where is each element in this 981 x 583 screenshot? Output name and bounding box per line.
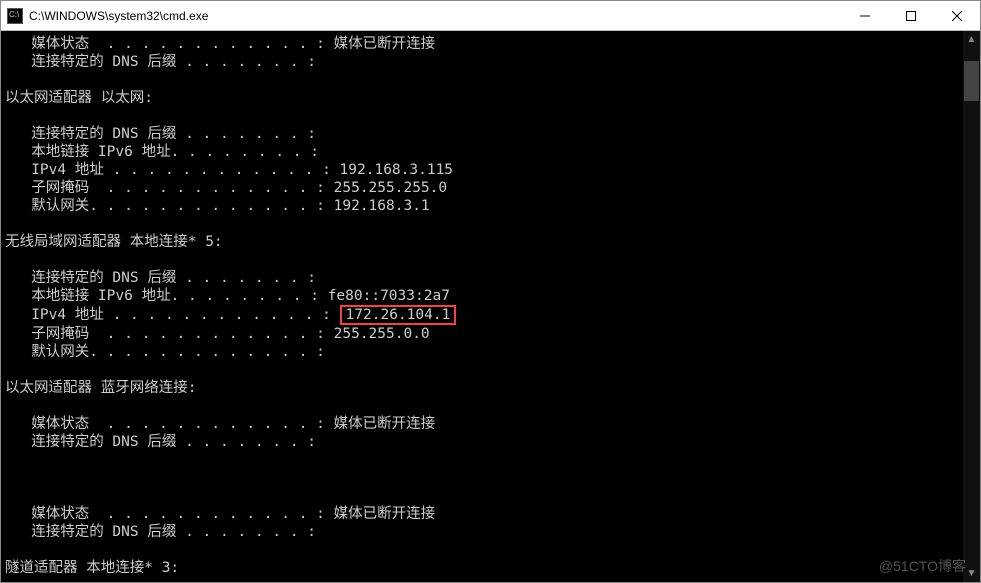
window-title: C:\WINDOWS\system32\cmd.exe — [29, 9, 842, 23]
terminal-line: IPv4 地址 . . . . . . . . . . . . : 192.16… — [5, 161, 976, 179]
terminal-line: 默认网关. . . . . . . . . . . . . : 192.168.… — [5, 197, 976, 215]
terminal-line — [5, 397, 976, 415]
terminal-line: 连接特定的 DNS 后缀 . . . . . . . : — [5, 269, 976, 287]
minimize-button[interactable] — [842, 1, 888, 30]
scroll-up-icon[interactable]: ▲ — [963, 31, 980, 48]
window-buttons — [842, 1, 980, 30]
terminal-output[interactable]: 媒体状态 . . . . . . . . . . . . : 媒体已断开连接 连… — [1, 31, 980, 582]
terminal-line: 子网掩码 . . . . . . . . . . . . : 255.255.2… — [5, 179, 976, 197]
terminal-line — [5, 251, 976, 269]
terminal-line: 无线局域网适配器 本地连接* 5: — [5, 233, 976, 251]
terminal-line: 媒体状态 . . . . . . . . . . . . : 媒体已断开连接 — [5, 415, 976, 433]
terminal-line — [5, 541, 976, 559]
watermark: @51CTO博客 — [879, 556, 966, 576]
terminal-line: 默认网关. . . . . . . . . . . . . : — [5, 343, 976, 361]
close-icon — [952, 11, 962, 21]
vertical-scrollbar[interactable]: ▲ ▼ — [963, 31, 980, 582]
terminal-line — [5, 361, 976, 379]
close-button[interactable] — [934, 1, 980, 30]
terminal-line: 本地链接 IPv6 地址. . . . . . . . : — [5, 143, 976, 161]
maximize-button[interactable] — [888, 1, 934, 30]
terminal-line: 连接特定的 DNS 后缀 . . . . . . . : — [5, 433, 976, 451]
terminal-line: IPv4 地址 . . . . . . . . . . . . : 172.26… — [5, 305, 976, 325]
titlebar[interactable]: C:\WINDOWS\system32\cmd.exe — [1, 1, 980, 31]
highlighted-ip: 172.26.104.1 — [340, 305, 457, 325]
cmd-icon — [7, 8, 23, 24]
terminal-line: 本地链接 IPv6 地址. . . . . . . . : fe80::7033… — [5, 287, 976, 305]
terminal-line — [5, 487, 976, 505]
terminal-line: 以太网适配器 以太网: — [5, 89, 976, 107]
terminal-line — [5, 451, 976, 469]
minimize-icon — [860, 11, 870, 21]
terminal-line — [5, 469, 976, 487]
terminal-line: 连接特定的 DNS 后缀 . . . . . . . : — [5, 125, 976, 143]
scroll-thumb[interactable] — [964, 61, 979, 101]
terminal-line — [5, 71, 976, 89]
terminal-line: 媒体状态 . . . . . . . . . . . . : 媒体已断开连接 — [5, 505, 976, 523]
terminal-line: 以太网适配器 蓝牙网络连接: — [5, 379, 976, 397]
cmd-window: C:\WINDOWS\system32\cmd.exe 媒体状态 . . . .… — [0, 0, 981, 583]
terminal-line: 子网掩码 . . . . . . . . . . . . : 255.255.0… — [5, 325, 976, 343]
terminal-line — [5, 215, 976, 233]
terminal-line — [5, 107, 976, 125]
terminal-line: 隧道适配器 本地连接* 3: — [5, 559, 976, 577]
terminal-line: 连接特定的 DNS 后缀 . . . . . . . : — [5, 53, 976, 71]
terminal-line: 连接特定的 DNS 后缀 . . . . . . . : — [5, 523, 976, 541]
maximize-icon — [906, 11, 916, 21]
terminal-line: 媒体状态 . . . . . . . . . . . . : 媒体已断开连接 — [5, 35, 976, 53]
